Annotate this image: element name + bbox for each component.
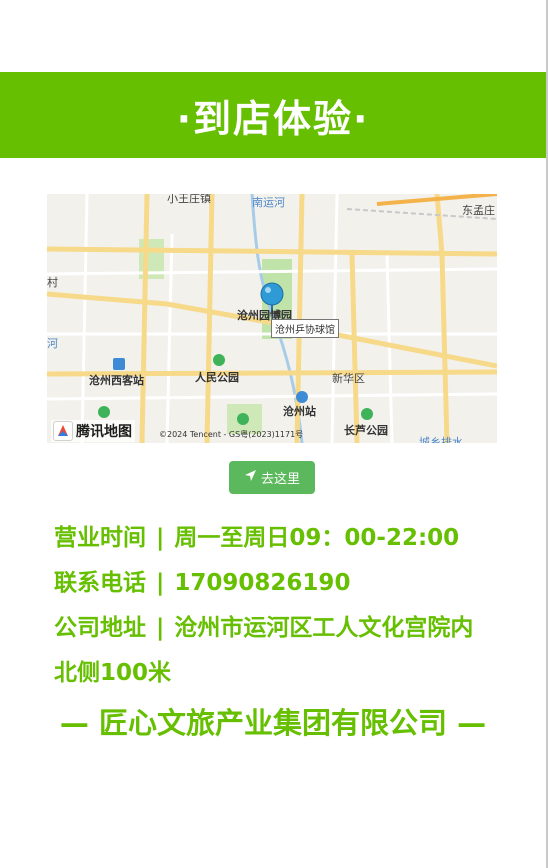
address-label: 公司地址 xyxy=(54,615,146,641)
hours-value: 周一至周日09：00-22:00 xyxy=(174,525,460,551)
park-poi-icon xyxy=(237,413,249,425)
map-label: 小王庄镇 xyxy=(167,194,211,205)
park-poi-icon xyxy=(213,354,225,366)
map-label: 河 xyxy=(47,337,58,350)
map-label: 南运河 xyxy=(252,196,285,209)
map-label: 东孟庄 xyxy=(462,204,495,217)
phone-label: 联系电话 xyxy=(54,570,146,596)
hours-label: 营业时间 xyxy=(54,525,146,551)
map-label: 沧州西客站 xyxy=(89,374,144,387)
map-label: 村 xyxy=(47,276,58,289)
tencent-map-logo-icon xyxy=(53,421,73,441)
send-icon xyxy=(244,469,257,486)
company-address: 公司地址 | 沧州市运河区工人文化宫院内 xyxy=(54,608,473,642)
map-label: 沧州站 xyxy=(283,405,316,418)
separator: | xyxy=(156,525,165,551)
contact-phone: 联系电话 | 17090826190 xyxy=(54,563,350,597)
map-label: 城乡排水 xyxy=(419,436,463,443)
company-name: — 匠心文旅产业集团有限公司 — xyxy=(59,706,487,740)
map-logo-text: 腾讯地图 xyxy=(76,424,132,440)
business-hours: 营业时间 | 周一至周日09：00-22:00 xyxy=(54,518,459,552)
map-label: 人民公园 xyxy=(195,371,239,384)
company-address-line2: 北侧100米 xyxy=(54,653,171,687)
map-view[interactable]: 小王庄镇 南运河 东孟庄 村 河 沧州园博园 沧州西客站 人民公园 新华区 沧州… xyxy=(47,194,497,443)
phone-value[interactable]: 17090826190 xyxy=(174,570,350,596)
bus-poi-icon xyxy=(113,358,125,370)
navigate-button-label: 去这里 xyxy=(260,472,300,487)
page-title: ·到店体验· xyxy=(176,96,370,141)
header-banner: ·到店体验· xyxy=(0,72,546,158)
park-poi-icon xyxy=(98,406,110,418)
location-callout: 沧州乒协球馆 xyxy=(271,319,339,338)
navigate-button[interactable]: 去这里 xyxy=(229,461,315,494)
separator: | xyxy=(156,615,165,641)
address-value-continued: 北侧100米 xyxy=(54,660,172,686)
map-label: 新华区 xyxy=(332,372,365,385)
map-provider-logo[interactable]: 腾讯地图 xyxy=(51,420,135,442)
separator: | xyxy=(156,570,165,596)
address-value: 沧州市运河区工人文化宫院内 xyxy=(174,615,474,641)
station-poi-icon xyxy=(296,391,308,403)
map-copyright: ©2024 Tencent - GS粤(2023)1171号 xyxy=(159,430,304,439)
park-poi-icon xyxy=(361,408,373,420)
map-label: 长芦公园 xyxy=(344,424,388,437)
